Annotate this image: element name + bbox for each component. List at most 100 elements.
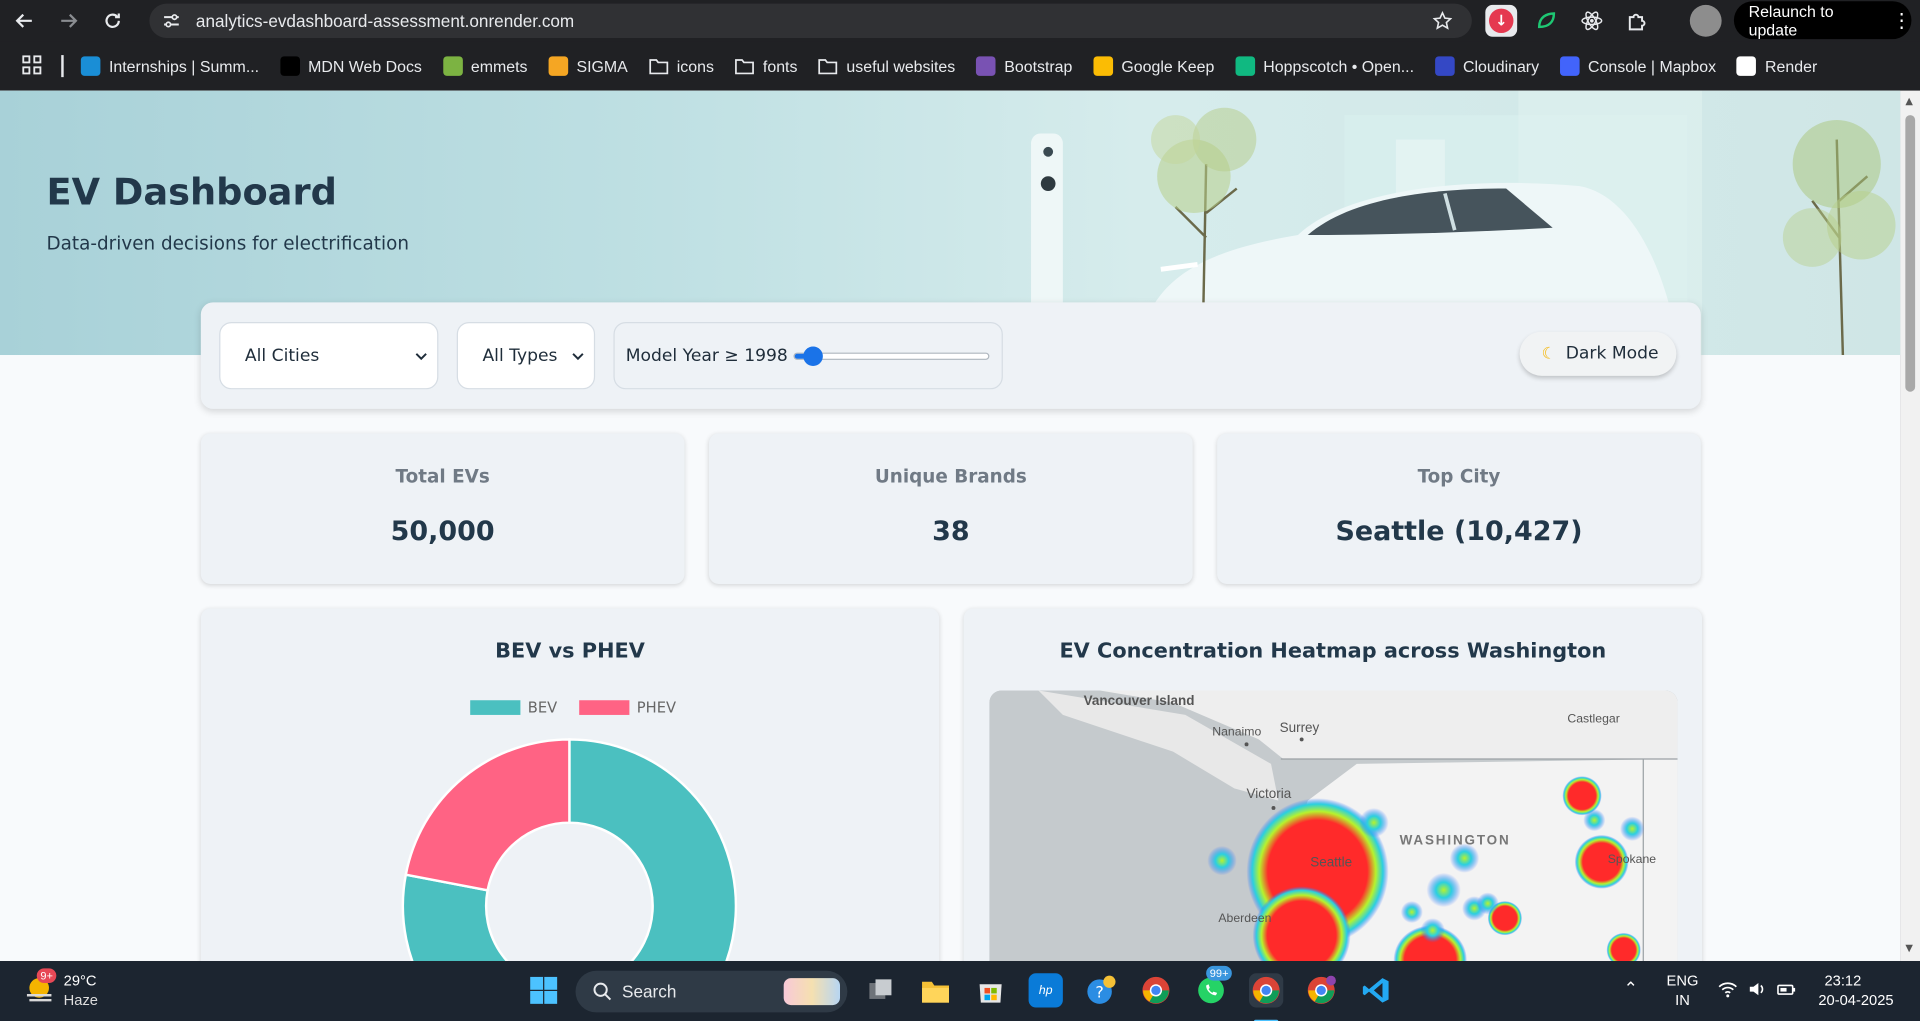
unique-brands-value: 38	[932, 516, 970, 548]
arrow-left-icon	[15, 13, 32, 28]
scroll-down-icon[interactable]: ▼	[1905, 943, 1913, 954]
bookmark-label: fonts	[762, 56, 798, 76]
bookmark-label: emmets	[470, 56, 528, 76]
file-explorer-icon[interactable]	[918, 973, 952, 1007]
total-evs-card: Total EVs 50,000	[200, 433, 685, 584]
render-icon	[1736, 56, 1757, 76]
map-label-castlegar: Castlegar	[1567, 712, 1620, 726]
heatmap-panel: EV Concentration Heatmap across Washingt…	[963, 608, 1703, 961]
system-tray[interactable]	[1718, 979, 1796, 999]
folder-icon	[648, 56, 669, 76]
page-scrollbar[interactable]: ▲ ▼	[1900, 90, 1920, 961]
apps-grid-icon[interactable]	[22, 55, 44, 77]
arrow-right-icon	[61, 13, 78, 28]
bookmark-item[interactable]: Hoppscotch • Open...	[1235, 56, 1414, 76]
city-select-value: All Cities	[244, 345, 320, 366]
weather-widget[interactable]: 9+	[22, 968, 59, 1008]
language-region[interactable]: IN	[1675, 992, 1690, 1009]
back-button[interactable]	[7, 4, 41, 38]
profile-avatar[interactable]	[1689, 4, 1722, 37]
chrome-icon[interactable]	[1139, 973, 1173, 1007]
bootstrap-icon	[976, 56, 996, 76]
dark-mode-button[interactable]: ☾ Dark Mode	[1519, 331, 1677, 376]
sigma-icon	[548, 56, 568, 76]
site-settings-icon[interactable]	[154, 4, 188, 38]
map-label-washington: WASHINGTON	[1399, 833, 1511, 849]
volume-icon	[1749, 983, 1764, 996]
chrome-profile-d-icon[interactable]	[1304, 973, 1338, 1007]
bookmark-item[interactable]: icons	[648, 56, 714, 76]
reload-button[interactable]	[96, 4, 130, 38]
top-city-value: Seattle (10,427)	[1335, 516, 1583, 548]
map-label-nanaimo: Nanaimo	[1212, 725, 1262, 740]
relaunch-label: Relaunch to update	[1748, 1, 1834, 39]
microsoft-store-icon[interactable]	[973, 973, 1007, 1007]
bookmark-item[interactable]: fonts	[735, 56, 798, 76]
model-year-label: Model Year ≥ 1998	[625, 345, 788, 366]
whatsapp-icon[interactable]: 99+	[1194, 965, 1233, 1007]
bookmark-item[interactable]: Google Keep	[1093, 56, 1214, 76]
bookmark-star-icon[interactable]	[1432, 11, 1453, 31]
bookmark-item[interactable]: SIGMA	[548, 56, 628, 76]
slider-handle[interactable]	[803, 346, 823, 367]
reload-icon	[105, 13, 120, 28]
bookmark-item[interactable]: Console | Mapbox	[1559, 56, 1717, 76]
map-label-surrey: Surrey	[1279, 721, 1320, 736]
extensions-puzzle-icon[interactable]	[1621, 5, 1653, 37]
bookmark-label: Console | Mapbox	[1588, 56, 1717, 76]
page-viewport: EV Dashboard Data-driven decisions for e…	[0, 90, 1901, 961]
windows-start-icon[interactable]	[527, 973, 561, 1007]
taskbar-search[interactable]: Search	[575, 970, 848, 1013]
forward-button[interactable]	[51, 4, 85, 38]
myhp-icon[interactable]: hp	[1028, 973, 1063, 1008]
bookmarks-divider	[61, 55, 64, 78]
clock-date[interactable]: 20-04-2025	[1818, 992, 1893, 1009]
bookmark-label: Render	[1765, 56, 1818, 76]
weather-badge: 9+	[36, 968, 57, 984]
bookmark-item[interactable]: useful websites	[818, 56, 955, 76]
type-select-value: All Types	[482, 345, 558, 366]
city-select[interactable]: All Cities	[219, 321, 439, 390]
get-help-icon[interactable]: ?	[1084, 973, 1118, 1007]
chevron-up-icon[interactable]: ⌃	[1624, 978, 1638, 999]
unique-brands-label: Unique Brands	[874, 465, 1027, 488]
bookmark-item[interactable]: Bootstrap	[976, 56, 1072, 76]
scroll-up-icon[interactable]: ▲	[1905, 95, 1913, 106]
weather-temp: 29°C	[63, 972, 97, 990]
heatmap-title: EV Concentration Heatmap across Washingt…	[1059, 639, 1607, 664]
hoppscotch-icon	[1235, 56, 1255, 76]
bookmark-item[interactable]: emmets	[442, 56, 528, 76]
relaunch-button[interactable]: Relaunch to update ⋮	[1733, 1, 1912, 40]
react-devtools-icon[interactable]	[1576, 5, 1608, 37]
washington-heatmap[interactable]: Vancouver Island Nanaimo Surrey Castlega…	[989, 690, 1678, 961]
clock-time[interactable]: 23:12	[1825, 972, 1862, 989]
vscode-icon[interactable]	[1359, 973, 1393, 1007]
download-extension-icon[interactable]: ↓	[1485, 4, 1518, 37]
type-select[interactable]: All Types	[456, 321, 596, 390]
chrome-profile-active-icon[interactable]	[1248, 973, 1284, 1021]
emmet-icon	[442, 56, 463, 76]
doughnut-slice-phev[interactable]	[404, 738, 571, 892]
task-view-icon[interactable]	[863, 973, 897, 1007]
bookmark-item[interactable]: Internships | Summ...	[80, 56, 259, 76]
dark-mode-label: Dark Mode	[1565, 344, 1659, 364]
bookmark-list: Internships | Summ... MDN Web Docs emmets S…	[80, 56, 1838, 76]
language-code[interactable]: ENG	[1667, 972, 1699, 989]
scrollbar-thumb[interactable]	[1905, 115, 1916, 392]
bookmark-label: Google Keep	[1121, 56, 1215, 76]
bookmark-item[interactable]: MDN Web Docs	[279, 56, 422, 76]
internshala-icon	[80, 56, 101, 76]
bookmark-item[interactable]: Cloudinary	[1434, 56, 1539, 76]
keep-icon	[1093, 56, 1113, 76]
svg-text:?: ?	[1095, 983, 1103, 1002]
address-bar[interactable]: analytics-evdashboard-assessment.onrende…	[149, 3, 1472, 38]
search-placeholder: Search	[622, 981, 677, 1002]
cloudinary-icon	[1434, 56, 1455, 76]
bookmarks-bar: Internships | Summ... MDN Web Docs emmets S…	[0, 41, 1920, 91]
weather-text: Haze	[63, 991, 98, 1009]
top-city-card: Top City Seattle (10,427)	[1217, 433, 1701, 584]
wifi-icon	[1718, 982, 1737, 998]
bookmark-item[interactable]: Render	[1736, 56, 1818, 76]
leaf-extension-icon[interactable]	[1531, 5, 1563, 37]
model-year-slider[interactable]	[793, 346, 990, 367]
